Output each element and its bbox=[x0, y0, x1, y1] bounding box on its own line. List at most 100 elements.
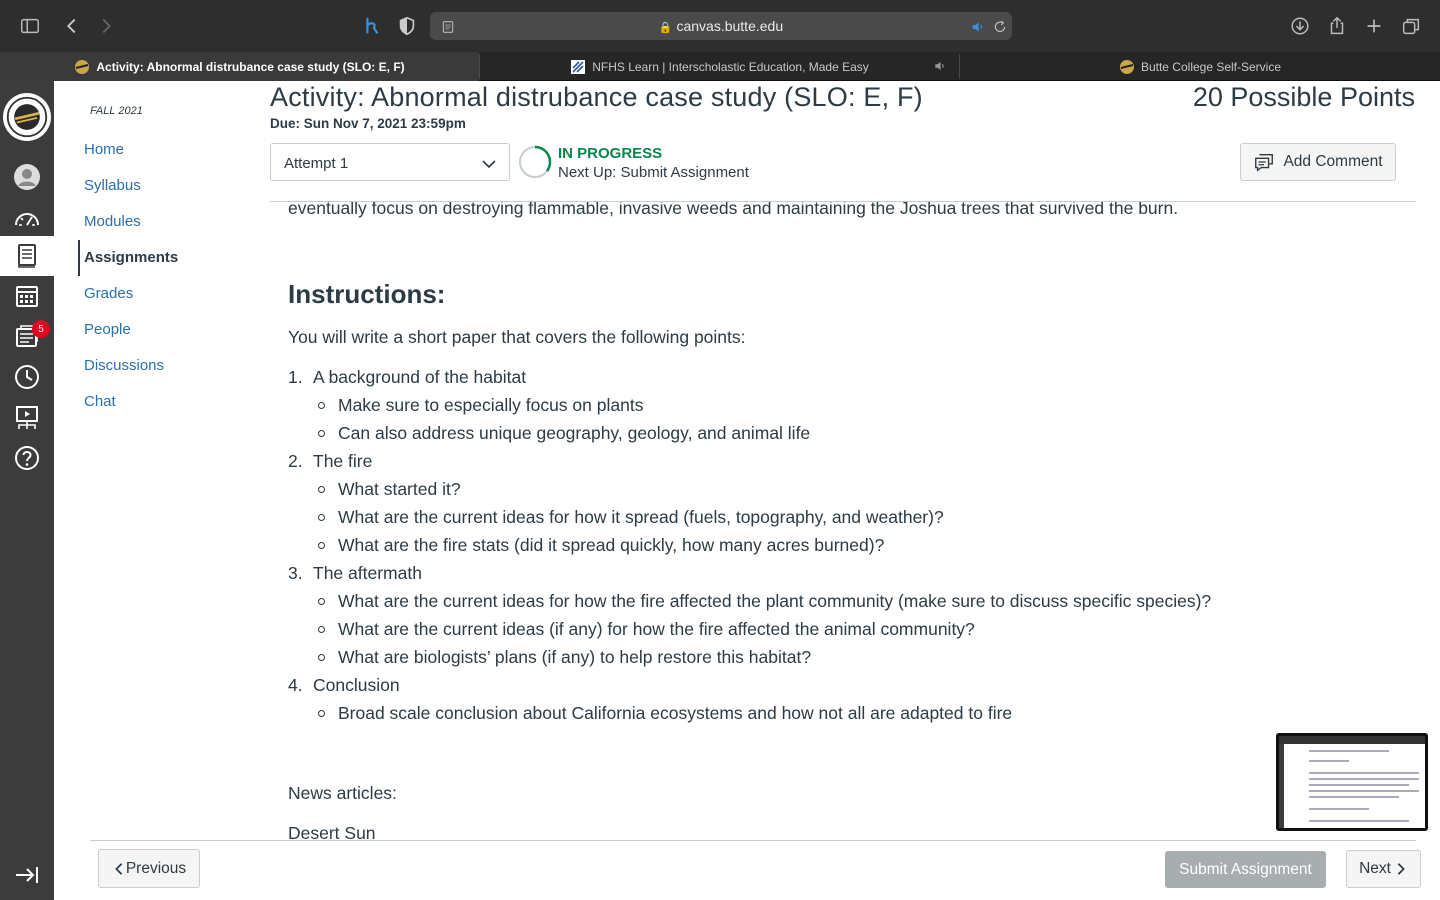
bullet bbox=[318, 598, 325, 605]
active-indicator bbox=[78, 240, 80, 276]
chevron-down-icon bbox=[481, 156, 497, 177]
forward-icon[interactable] bbox=[94, 14, 118, 38]
tab-nfhs[interactable]: NFHS Learn | Interscholastic Education, … bbox=[480, 52, 959, 81]
list-number: 2. bbox=[288, 451, 303, 471]
thumbnail-line bbox=[1309, 760, 1349, 762]
footer-divider bbox=[90, 840, 1416, 841]
studio-icon[interactable] bbox=[0, 398, 54, 438]
butte-college-logo[interactable] bbox=[3, 93, 51, 141]
help-icon[interactable] bbox=[0, 438, 54, 478]
list-item: The aftermath bbox=[313, 563, 422, 583]
list-item: A background of the habitat bbox=[313, 367, 527, 387]
course-nav-home[interactable]: Home bbox=[84, 141, 124, 158]
reload-icon[interactable] bbox=[988, 15, 1012, 39]
sub-list-item: What are the current ideas for how it sp… bbox=[338, 507, 944, 527]
assignment-content: eventually focus on destroying flammable… bbox=[270, 202, 1416, 840]
sub-list-item: What are the current ideas for how the f… bbox=[338, 591, 1212, 611]
course-nav-modules[interactable]: Modules bbox=[84, 213, 141, 230]
thumbnail-toolbar bbox=[1279, 736, 1425, 744]
history-icon[interactable] bbox=[0, 357, 54, 397]
course-nav-syllabus[interactable]: Syllabus bbox=[84, 177, 141, 194]
list-number: 4. bbox=[288, 675, 303, 695]
account-icon[interactable] bbox=[0, 157, 54, 197]
add-comment-button[interactable]: Add Comment bbox=[1240, 143, 1396, 181]
thumbnail-line bbox=[1309, 750, 1389, 752]
sub-list-item: Make sure to especially focus on plants bbox=[338, 395, 644, 415]
speaker-icon[interactable] bbox=[966, 15, 990, 39]
address-text: 🔒 canvas.butte.edu bbox=[658, 18, 784, 34]
instructions-intro: You will write a short paper that covers… bbox=[288, 327, 746, 347]
instructions-heading: Instructions: bbox=[288, 279, 446, 309]
bullet bbox=[318, 402, 325, 409]
status-badge: IN PROGRESS bbox=[558, 145, 663, 162]
courses-icon[interactable] bbox=[0, 236, 54, 276]
chevron-left-icon bbox=[114, 862, 123, 875]
course-term: FALL 2021 bbox=[90, 105, 143, 117]
nfhs-logo-icon bbox=[570, 59, 586, 75]
course-nav-grades[interactable]: Grades bbox=[84, 285, 133, 302]
browser-toolbar: 🔒 canvas.butte.edu bbox=[0, 0, 1440, 52]
thumbnail-line bbox=[1309, 784, 1409, 786]
course-nav-assignments[interactable]: Assignments bbox=[84, 249, 178, 266]
previous-label: Previous bbox=[125, 859, 187, 877]
sub-list-item: What started it? bbox=[338, 479, 461, 499]
attempt-select-value: Attempt 1 bbox=[284, 155, 349, 172]
sidebar-toggle-icon[interactable] bbox=[18, 14, 42, 38]
address-bar[interactable]: 🔒 canvas.butte.edu bbox=[430, 12, 1012, 40]
bullet bbox=[318, 542, 325, 549]
inbox-badge: 5 bbox=[32, 320, 50, 338]
butte-logo-icon bbox=[74, 59, 90, 75]
shield-icon[interactable] bbox=[395, 14, 419, 38]
course-nav-people[interactable]: People bbox=[84, 321, 131, 338]
share-icon[interactable] bbox=[1325, 14, 1349, 38]
global-nav: 5 bbox=[0, 81, 54, 900]
sub-list-item: What are the fire stats (did it spread q… bbox=[338, 535, 885, 555]
thumbnail-line bbox=[1309, 790, 1419, 792]
thumbnail-line bbox=[1309, 772, 1419, 774]
thumbnail-line bbox=[1309, 796, 1399, 798]
submit-assignment-button[interactable]: Submit Assignment bbox=[1165, 851, 1326, 888]
thumbnail-nav bbox=[1279, 744, 1284, 828]
sub-list-item: What are biologists’ plans (if any) to h… bbox=[338, 647, 812, 667]
course-nav: FALL 2021 Home Syllabus Modules Assignme… bbox=[54, 81, 254, 841]
comment-icon bbox=[1255, 153, 1274, 172]
paragraph-text: eventually focus on destroying flammable… bbox=[288, 202, 1179, 218]
course-nav-chat[interactable]: Chat bbox=[84, 393, 116, 410]
new-tab-icon[interactable] bbox=[1362, 14, 1386, 38]
previous-button[interactable]: Previous bbox=[98, 849, 200, 888]
sub-list-item: Can also address unique geography, geolo… bbox=[338, 423, 811, 443]
next-button[interactable]: Next bbox=[1346, 850, 1421, 888]
page-title: Activity: Abnormal distrubance case stud… bbox=[270, 82, 923, 112]
calendar-icon[interactable] bbox=[0, 276, 54, 316]
next-label: Next bbox=[1359, 860, 1391, 877]
chevron-right-icon bbox=[1397, 863, 1405, 875]
bullet bbox=[318, 710, 325, 717]
due-date: Due: Sun Nov 7, 2021 23:59pm bbox=[270, 116, 466, 131]
list-item: The fire bbox=[313, 451, 373, 471]
tab-activity[interactable]: Activity: Abnormal distrubance case stud… bbox=[0, 52, 479, 81]
butte-logo-icon bbox=[1119, 59, 1135, 75]
next-up-text: Next Up: Submit Assignment bbox=[558, 164, 749, 181]
list-number: 1. bbox=[288, 367, 303, 387]
bullet bbox=[318, 486, 325, 493]
progress-ring-icon bbox=[517, 144, 553, 185]
tab-overview-icon[interactable] bbox=[1399, 14, 1423, 38]
extension-icon[interactable] bbox=[360, 14, 384, 38]
download-icon[interactable] bbox=[1288, 14, 1312, 38]
collapse-nav-icon[interactable] bbox=[0, 855, 54, 895]
dashboard-icon[interactable] bbox=[0, 199, 54, 239]
tab-audio-icon[interactable] bbox=[933, 59, 947, 76]
news-source: Desert Sun bbox=[288, 823, 376, 840]
news-articles-label: News articles: bbox=[288, 783, 397, 803]
sub-list-item: What are the current ideas (if any) for … bbox=[338, 619, 975, 639]
attempt-select[interactable]: Attempt 1 bbox=[270, 143, 510, 181]
thumbnail-line bbox=[1309, 820, 1409, 822]
bullet bbox=[318, 430, 325, 437]
list-number: 3. bbox=[288, 563, 303, 583]
thumbnail-line bbox=[1309, 778, 1419, 780]
tab-self-service[interactable]: Butte College Self-Service bbox=[960, 52, 1440, 81]
screenshot-thumbnail[interactable] bbox=[1276, 733, 1428, 831]
possible-points: 20 Possible Points bbox=[1192, 82, 1415, 112]
back-icon[interactable] bbox=[60, 14, 84, 38]
course-nav-discussions[interactable]: Discussions bbox=[84, 357, 164, 374]
